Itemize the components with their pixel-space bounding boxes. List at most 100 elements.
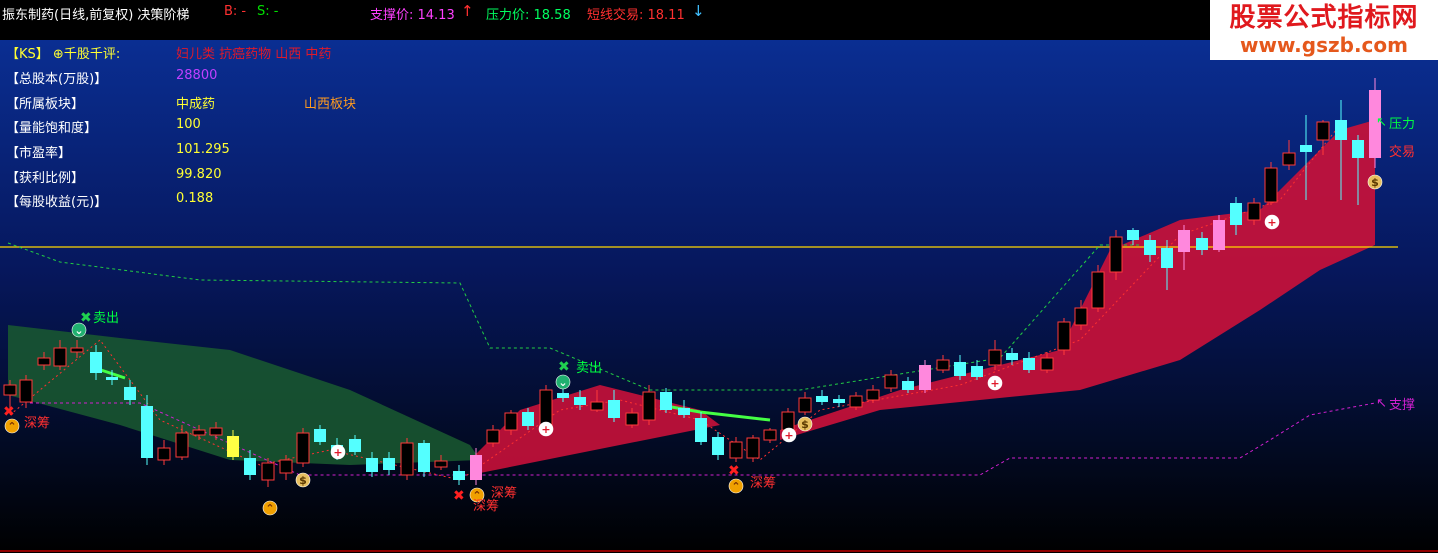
candle-body-up <box>1040 357 1054 371</box>
candle-body-down <box>608 400 620 418</box>
watermark-title: 股票公式指标网 <box>1229 3 1419 33</box>
candle-body-up <box>781 411 795 431</box>
candle-body-pink <box>1213 220 1225 250</box>
info-value-pe: 101.295 <box>176 142 230 157</box>
pressure-price: 压力价: 18.58 <box>486 8 571 23</box>
buy-signal-icon-symbol: ⌃ <box>7 420 16 433</box>
candle-body-up <box>1091 271 1105 309</box>
candle-body-up <box>279 459 293 474</box>
down-arrow-icon: ↓ <box>692 2 705 20</box>
info-value-shares: 28800 <box>176 68 218 83</box>
candle-body-down <box>833 399 845 403</box>
candle-body-up <box>1074 307 1088 326</box>
buy-signal-icon-symbol: ⌃ <box>731 480 740 493</box>
info-value-profit: 99.820 <box>176 167 222 182</box>
info-label-profit: 【获利比例】 <box>6 171 85 186</box>
info-row-ks: 【KS】 ⊕千股千评: 妇儿类 抗癌药物 山西 中药 <box>6 43 331 62</box>
candle-body-up <box>261 462 275 481</box>
candle-body-yellow <box>227 436 239 457</box>
candle-body-down <box>678 408 690 415</box>
candle-body-up <box>1109 236 1123 273</box>
candle-body-up <box>642 391 656 421</box>
candle-body-down <box>366 458 378 472</box>
buy-indicator: B: - <box>224 4 247 19</box>
info-label-sector: 【所属板块】 <box>6 97 85 112</box>
candle-body-up <box>1282 152 1296 166</box>
candle-body-up <box>746 437 760 459</box>
candle-body-down <box>90 352 102 373</box>
candle-body-down <box>418 443 430 472</box>
info-label-comment: ⊕千股千评: <box>52 47 121 62</box>
candle-body-down <box>1023 358 1035 370</box>
candle-body-down <box>574 397 586 405</box>
candle-body-down <box>244 458 256 475</box>
candle-body-up <box>849 395 863 408</box>
candle-body-up <box>486 429 500 444</box>
candle-body-down <box>1127 230 1139 240</box>
candle-body-down <box>557 393 569 398</box>
candle-body-up <box>70 347 84 353</box>
candle-body-down <box>141 406 153 458</box>
candle-body-down <box>453 471 465 480</box>
info-row-pe: 【市盈率】 101.295 <box>6 142 230 161</box>
buy-x-icon: ✖ <box>453 488 465 504</box>
candle-body-down <box>383 458 395 470</box>
candle-body-up <box>625 412 639 426</box>
money-bag-icon-symbol: $ <box>1371 176 1379 189</box>
info-label-eps: 【每股收益(元)】 <box>6 195 108 210</box>
candle-body-up <box>1316 121 1330 141</box>
candle-body-up <box>192 429 206 436</box>
candle-body-down <box>314 429 326 442</box>
candle-body-down <box>349 439 361 452</box>
candle-body-down <box>522 412 534 426</box>
candle-body-up <box>590 401 604 411</box>
candle-body-up <box>936 359 950 371</box>
candle-body-up <box>19 379 33 403</box>
plus-signal-icon-symbol: + <box>990 377 999 390</box>
candle-body-down <box>1196 238 1208 250</box>
candle-body-down <box>1161 248 1173 268</box>
info-label-shares: 【总股本(万股)】 <box>6 72 108 87</box>
candle-body-down <box>1230 203 1242 225</box>
candle-body-down <box>971 366 983 377</box>
up-arrow-icon: ↑ <box>461 2 474 20</box>
candle-body-up <box>884 374 898 389</box>
sell-x-icon: ✖ <box>80 310 92 326</box>
candle-body-up <box>763 429 777 441</box>
candle-body-up <box>988 349 1002 366</box>
candle-body-up <box>1247 202 1261 221</box>
candle-body-up <box>296 432 310 464</box>
info-row-sector: 【所属板块】 中成药 山西板块 <box>6 93 356 112</box>
support-label: 支撑 <box>1389 398 1416 413</box>
candle-body-down <box>124 387 136 400</box>
info-row-shares: 【总股本(万股)】 28800 <box>6 68 217 87</box>
candle-body-pink <box>1178 230 1190 252</box>
candle-body-down <box>712 437 724 455</box>
candle-body-up <box>37 357 51 366</box>
pressure-label: 压力 <box>1389 117 1416 132</box>
candle-body-up <box>539 389 553 426</box>
sell-x-icon: ✖ <box>558 359 570 375</box>
money-bag-icon-symbol: $ <box>299 474 307 487</box>
candle-body-down <box>954 362 966 376</box>
candle-body-down <box>816 396 828 402</box>
kline-svg[interactable]: ⌄⌄⌃⌃⌃⌃+++++$$$✖✖✖✖✖↖↖ <box>0 40 1438 553</box>
candle-body-up <box>400 442 414 476</box>
candle-body-down <box>660 392 672 410</box>
info-value-volume: 100 <box>176 117 201 132</box>
support-price: 支撑价: 14.13 <box>370 8 455 23</box>
candle-body-up <box>504 412 518 431</box>
plus-signal-icon-symbol: + <box>333 446 342 459</box>
watermark-url: www.gszb.com <box>1240 33 1408 57</box>
trade-label: 交易 <box>1389 145 1416 160</box>
buy-x-icon: ✖ <box>3 404 15 420</box>
candle-body-pink <box>470 455 482 480</box>
candle-body-up <box>3 384 17 396</box>
candle-body-down <box>1006 353 1018 360</box>
candle-body-up <box>53 347 67 367</box>
candle-body-down <box>106 377 118 380</box>
kline-chart[interactable]: ⌄ ⌄ ⌃ ⌃ ⌃ ⌃ + + + + + $ $ $ ✖ ✖ ✖ ✖ ✖ ↖ ↖ 【KS】 ⊕千股千评: 妇儿类 抗癌… <box>0 40 1438 553</box>
info-label-ks: 【KS】 <box>6 47 49 62</box>
deep-buy-label-1: 深筹 <box>24 416 51 431</box>
candle-body-down <box>695 418 707 442</box>
